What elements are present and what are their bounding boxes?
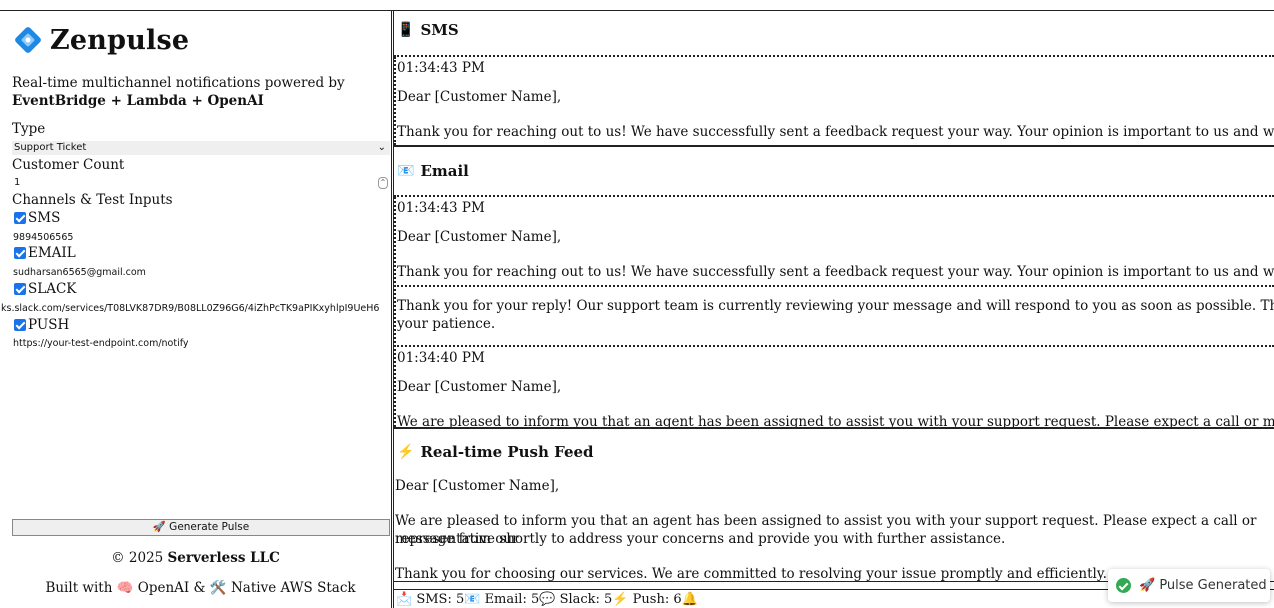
- logo: Zenpulse: [12, 24, 189, 56]
- push-checkbox[interactable]: PUSH: [14, 317, 69, 333]
- envelope-icon: 📧: [397, 163, 415, 179]
- email-checkbox[interactable]: EMAIL: [14, 245, 76, 261]
- email-title-text: Email: [420, 162, 469, 180]
- sms-title-text: SMS: [420, 21, 459, 39]
- email-body: Thank you for your reply! Our support te…: [397, 298, 1274, 314]
- mobile-phone-icon: 📱: [397, 22, 415, 38]
- success-check-icon: [1116, 578, 1131, 593]
- channels-label: Channels & Test Inputs: [12, 192, 173, 208]
- sidebar: Zenpulse Real-time multichannel notifica…: [0, 11, 391, 608]
- push-greeting: Dear [Customer Name],: [395, 478, 560, 494]
- email-timestamp: 01:34:40 PM: [397, 350, 485, 366]
- push-count-icon: ⚡: [612, 592, 629, 607]
- sms-count: SMS: 5: [416, 592, 465, 607]
- email-count: Email: 5: [484, 592, 540, 607]
- checkbox-checked-icon[interactable]: [14, 283, 26, 295]
- slack-count-icon: 💬: [539, 592, 556, 607]
- built-with: Built with 🧠 OpenAI & 🛠️ Native AWS Stac…: [45, 580, 356, 596]
- generate-pulse-button[interactable]: 🚀 Generate Pulse: [12, 519, 390, 536]
- type-select-value: Support Ticket: [14, 142, 87, 153]
- chevron-down-icon: ⌄: [377, 142, 386, 153]
- email-body: Thank you for reaching out to us! We hav…: [397, 264, 1274, 280]
- checkbox-checked-icon[interactable]: [14, 212, 26, 224]
- push-count: Push: 6: [632, 592, 682, 607]
- tagline: Real-time multichannel notifications pow…: [12, 74, 382, 110]
- sms-greeting: Dear [Customer Name],: [397, 89, 562, 105]
- slack-input[interactable]: ks.slack.com/services/T08LVK87DR9/B08LL0…: [0, 302, 391, 316]
- customer-count-label: Customer Count: [12, 157, 125, 173]
- email-message-card: 01:34:43 PM Dear [Customer Name], Thank …: [394, 197, 1274, 285]
- sms-input[interactable]: 9894506565: [12, 231, 390, 245]
- push-section-title: ⚡ Real-time Push Feed: [397, 443, 594, 461]
- email-timestamp: 01:34:43 PM: [397, 200, 485, 216]
- sms-checkbox[interactable]: SMS: [14, 210, 60, 226]
- checkbox-checked-icon[interactable]: [14, 247, 26, 259]
- section-divider: [394, 145, 1274, 147]
- email-message-card: 01:34:40 PM Dear [Customer Name], We are…: [394, 347, 1274, 427]
- section-divider: [394, 427, 1274, 429]
- stepper-icon[interactable]: ⌃: [378, 177, 388, 189]
- email-greeting: Dear [Customer Name],: [397, 229, 562, 245]
- app-name: Zenpulse: [50, 24, 190, 56]
- email-body: your patience.: [397, 316, 496, 332]
- customer-count-input[interactable]: 1 ⌃: [12, 176, 390, 190]
- tagline-line1: Real-time multichannel notifications pow…: [12, 75, 345, 91]
- bell-icon: 🔔: [681, 592, 698, 607]
- sms-count-icon: 📩: [396, 592, 413, 607]
- toast-text: 🚀 Pulse Generated: [1139, 578, 1267, 593]
- slack-count: Slack: 5: [559, 592, 613, 607]
- push-input[interactable]: https://your-test-endpoint.com/notify: [12, 337, 390, 351]
- push-title-text: Real-time Push Feed: [420, 443, 594, 461]
- email-greeting: Dear [Customer Name],: [397, 379, 562, 395]
- email-input[interactable]: sudharsan6565@gmail.com: [12, 266, 390, 280]
- email-body: We are pleased to inform you that an age…: [397, 414, 1274, 427]
- tagline-line2: EventBridge + Lambda + OpenAI: [12, 93, 264, 109]
- type-label: Type: [12, 121, 46, 137]
- email-count-icon: 📧: [464, 592, 481, 607]
- email-section-title: 📧 Email: [397, 162, 469, 180]
- toast-notification[interactable]: 🚀 Pulse Generated: [1108, 569, 1270, 602]
- customer-count-value: 1: [14, 177, 21, 188]
- slack-checkbox[interactable]: SLACK: [14, 281, 76, 297]
- sms-body: Thank you for reaching out to us! We hav…: [397, 124, 1274, 140]
- sms-checkbox-label: SMS: [28, 210, 61, 226]
- copyright-prefix: © 2025: [111, 550, 168, 566]
- checkbox-checked-icon[interactable]: [14, 319, 26, 331]
- push-checkbox-label: PUSH: [28, 317, 70, 333]
- zenpulse-logo-icon: [15, 27, 41, 53]
- email-message-card: Thank you for your reply! Our support te…: [394, 287, 1274, 337]
- email-checkbox-label: EMAIL: [28, 245, 76, 261]
- sms-section-title: 📱 SMS: [397, 21, 459, 39]
- sms-message-card: 01:34:43 PM Dear [Customer Name], Thank …: [394, 57, 1274, 145]
- push-body: representative shortly to address your c…: [395, 531, 1006, 547]
- type-select[interactable]: Support Ticket ⌄: [12, 141, 390, 155]
- sms-timestamp: 01:34:43 PM: [397, 60, 485, 76]
- slack-checkbox-label: SLACK: [28, 281, 77, 297]
- copyright-company: Serverless LLC: [167, 550, 280, 566]
- copyright: © 2025 Serverless LLC: [0, 550, 391, 566]
- lightning-icon: ⚡: [397, 444, 415, 460]
